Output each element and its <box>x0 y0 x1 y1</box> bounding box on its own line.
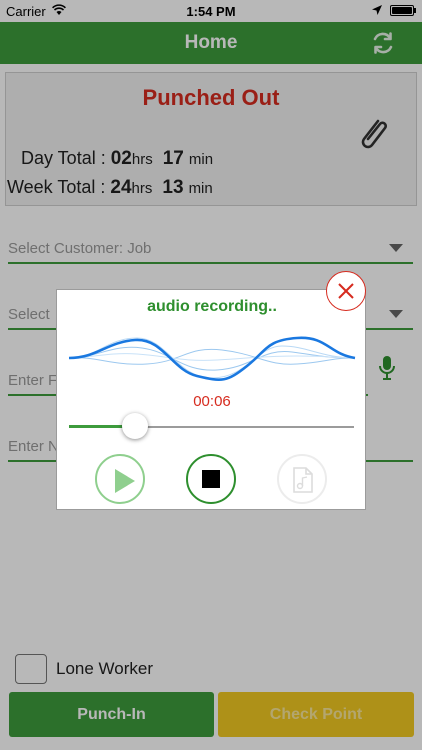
recording-title: audio recording.. <box>147 298 277 315</box>
stop-icon <box>202 470 220 488</box>
close-button[interactable] <box>326 271 366 311</box>
play-icon <box>115 469 135 493</box>
close-icon <box>338 283 354 299</box>
audio-file-icon <box>293 467 313 493</box>
elapsed-time: 00:06 <box>193 393 231 410</box>
audio-file-button[interactable] <box>277 454 327 504</box>
audio-recorder-modal: audio recording.. 00:06 <box>56 289 366 510</box>
play-button[interactable] <box>95 454 145 504</box>
audio-waveform <box>68 336 356 381</box>
progress-thumb[interactable] <box>121 413 148 439</box>
stop-button[interactable] <box>186 454 236 504</box>
